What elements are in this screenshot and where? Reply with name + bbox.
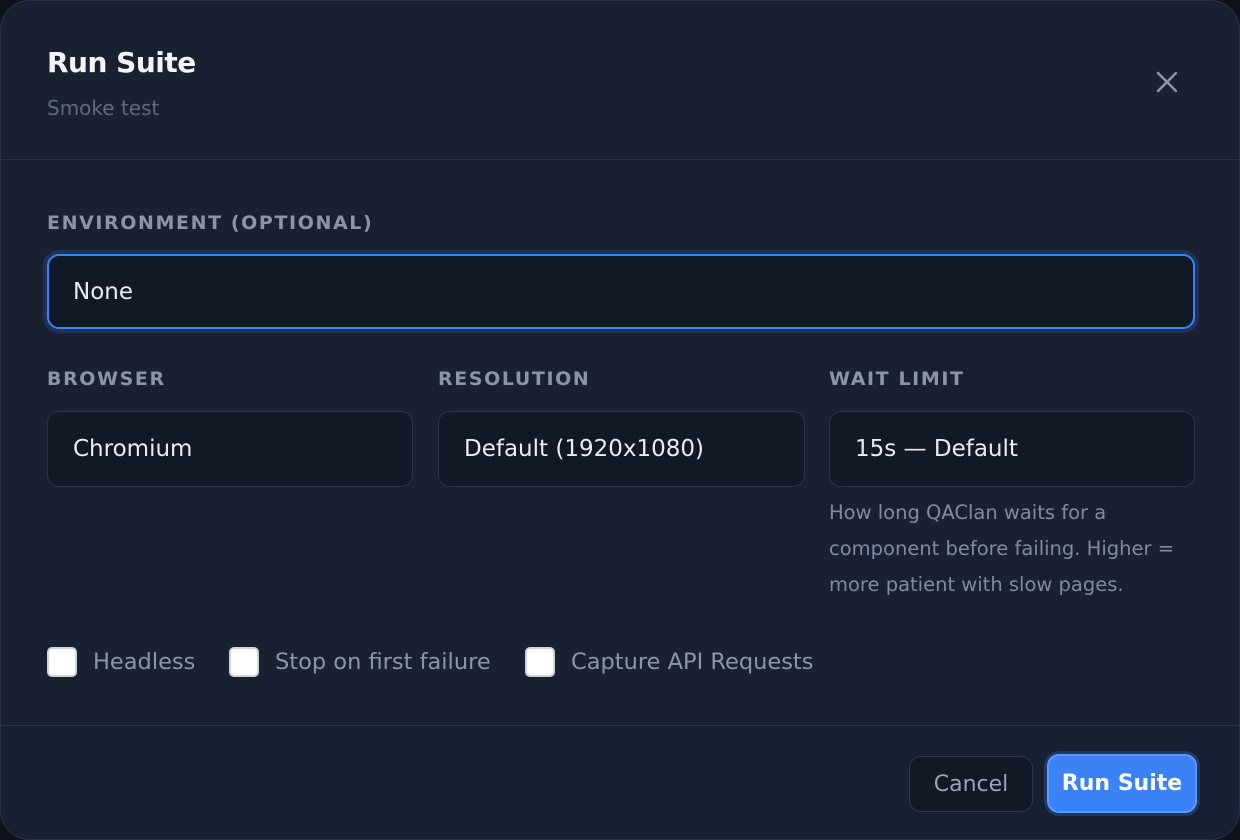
dialog-header: Run Suite Smoke test <box>1 1 1239 160</box>
stop-on-first-failure-checkbox[interactable] <box>229 647 259 677</box>
run-suite-button[interactable]: Run Suite <box>1047 754 1197 813</box>
close-icon <box>1156 71 1178 93</box>
dialog-title: Run Suite <box>47 46 196 79</box>
close-button[interactable] <box>1147 62 1187 102</box>
resolution-value: Default (1920x1080) <box>464 436 704 462</box>
headless-option[interactable]: Headless <box>47 646 195 678</box>
run-suite-dialog: Run Suite Smoke test ENVIRONMENT (OPTION… <box>0 0 1240 840</box>
dialog-subtitle: Smoke test <box>47 96 160 120</box>
wait-limit-help-text: How long QAClan waits for a component be… <box>829 501 1175 596</box>
browser-select[interactable]: Chromium <box>47 411 413 487</box>
stop-on-first-failure-option[interactable]: Stop on first failure <box>229 646 491 678</box>
wait-limit-value: 15s — Default <box>855 436 1018 462</box>
environment-label: ENVIRONMENT (OPTIONAL) <box>47 212 374 234</box>
dialog-footer: Cancel Run Suite <box>1 725 1239 839</box>
environment-select[interactable]: None <box>47 254 1195 329</box>
wait-limit-label: WAIT LIMIT <box>829 368 965 390</box>
cancel-button[interactable]: Cancel <box>909 756 1033 812</box>
browser-value: Chromium <box>73 436 193 462</box>
stop-on-first-failure-label: Stop on first failure <box>275 649 491 675</box>
wait-limit-select[interactable]: 15s — Default <box>829 411 1195 487</box>
capture-api-requests-checkbox[interactable] <box>525 647 555 677</box>
headless-label: Headless <box>93 649 196 675</box>
capture-api-requests-option[interactable]: Capture API Requests <box>525 646 813 678</box>
resolution-label: RESOLUTION <box>438 368 591 390</box>
capture-api-requests-label: Capture API Requests <box>571 649 814 675</box>
browser-label: BROWSER <box>47 368 166 390</box>
headless-checkbox[interactable] <box>47 647 77 677</box>
resolution-select[interactable]: Default (1920x1080) <box>438 411 805 487</box>
environment-value: None <box>73 278 134 305</box>
